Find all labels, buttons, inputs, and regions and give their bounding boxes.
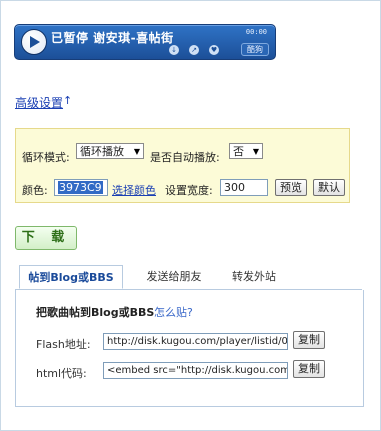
autoplay-label: 是否自动播放:: [150, 151, 220, 164]
play-button[interactable]: [21, 29, 47, 55]
download-button[interactable]: 下 载: [15, 226, 77, 250]
music-player: 已暂停 谢安琪-喜帖街 00:00 ↓ ↗ ♥ 酷狗: [14, 24, 276, 60]
player-time: 00:00: [245, 28, 267, 36]
kugou-badge[interactable]: 酷狗: [241, 43, 269, 56]
flash-address-label: Flash地址:: [36, 338, 91, 351]
share-icon[interactable]: ↗: [189, 45, 199, 55]
width-value: 300: [224, 181, 245, 194]
html-code-input[interactable]: <embed src="http://disk.kugou.com/: [103, 362, 288, 379]
player-controls: ↓ ↗ ♥: [51, 45, 267, 55]
download-icon[interactable]: ↓: [169, 45, 179, 55]
color-value: 3973C9: [58, 181, 103, 194]
width-input[interactable]: 300: [220, 179, 268, 196]
flash-address-value: http://disk.kugou.com/player/listid/0/: [107, 336, 288, 347]
chevron-down-icon: ▼: [252, 147, 259, 156]
color-input[interactable]: 3973C9: [54, 179, 108, 196]
tab-send-friend[interactable]: 发送给朋友: [133, 265, 215, 289]
loop-mode-select[interactable]: 循环播放 ▼: [76, 143, 144, 159]
up-arrow-icon: ↑: [63, 94, 73, 107]
share-panel: 把歌曲帖到Blog或BBS 怎么贴? Flash地址: http://disk.…: [15, 290, 364, 407]
tab-bar: 帖到Blog或BBS 发送给朋友 转发外站: [15, 265, 362, 290]
player-status-track: 已暂停 谢安琪-喜帖街: [51, 31, 174, 45]
html-code-value: <embed src="http://disk.kugou.com/: [107, 365, 288, 376]
settings-panel: 循环模式: 循环播放 ▼ 是否自动播放: 否 ▼ 颜色: 3973C9 选择颜色 设…: [15, 128, 350, 203]
tab-forward-external[interactable]: 转发外站: [219, 265, 289, 289]
choose-color-link[interactable]: 选择颜色: [112, 182, 156, 198]
copy-html-button[interactable]: 复制: [293, 360, 325, 378]
autoplay-select[interactable]: 否 ▼: [229, 143, 263, 159]
chevron-down-icon: ▼: [133, 147, 140, 156]
loop-mode-value: 循环播放: [80, 145, 124, 158]
flash-address-input[interactable]: http://disk.kugou.com/player/listid/0/: [103, 333, 288, 350]
width-label: 设置宽度:: [165, 184, 213, 197]
autoplay-value: 否: [233, 145, 244, 158]
heart-icon[interactable]: ♥: [209, 45, 219, 55]
play-icon: [30, 36, 40, 48]
preview-button[interactable]: 预览: [275, 179, 307, 196]
html-code-label: html代码:: [36, 367, 87, 380]
tab-post-blog[interactable]: 帖到Blog或BBS: [19, 265, 123, 289]
default-button[interactable]: 默认: [313, 179, 345, 196]
loop-mode-label: 循环模式:: [22, 151, 70, 164]
share-title: 把歌曲帖到Blog或BBS: [36, 306, 155, 319]
how-to-post-link[interactable]: 怎么贴?: [154, 304, 193, 320]
color-label: 颜色:: [22, 184, 48, 197]
copy-flash-button[interactable]: 复制: [293, 331, 325, 349]
advanced-settings-link[interactable]: 高级设置: [15, 94, 63, 111]
